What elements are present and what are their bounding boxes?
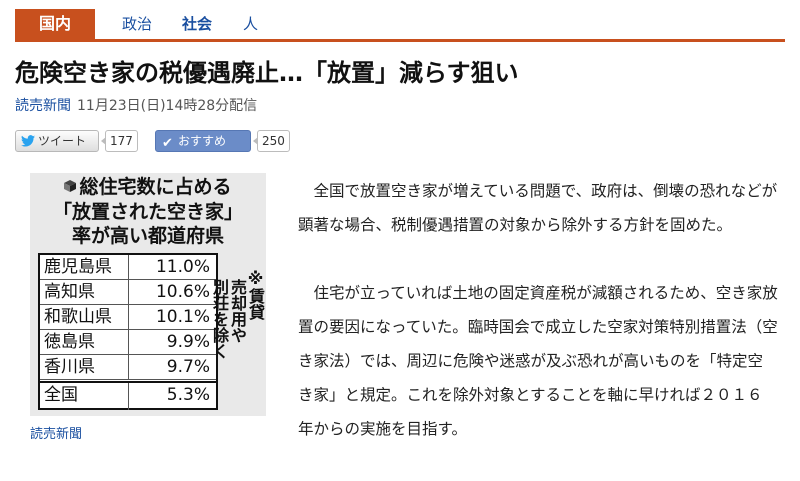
- table-row: 和歌山県 10.1%: [40, 305, 216, 330]
- prefecture-name: 和歌山県: [44, 307, 112, 327]
- note-line: ※賃貸: [246, 269, 265, 320]
- nav-tab-people[interactable]: 人: [243, 9, 258, 39]
- prefecture-rate-table: 鹿児島県 11.0% 高知県 10.6% 和歌山県 10.1% 徳島県 9.9%…: [38, 253, 218, 410]
- category-nav: 国内 政治 社会 人: [15, 9, 785, 42]
- tweet-button[interactable]: ツイート: [15, 130, 99, 152]
- tweet-label: ツイート: [38, 134, 87, 148]
- article-body: 全国で放置空き家が増えている問題で、政府は、倒壊の恐れなどが顕著な場合、税制優遇…: [298, 174, 778, 480]
- article-source-link[interactable]: 読売新聞: [15, 98, 71, 114]
- nav-tab-politics[interactable]: 政治: [122, 9, 152, 39]
- prefecture-name: 高知県: [44, 282, 95, 302]
- article-paragraph: 全国で放置空き家が増えている問題で、政府は、倒壊の恐れなどが顕著な場合、税制優遇…: [298, 182, 778, 234]
- nav-tab-society[interactable]: 社会: [182, 9, 212, 39]
- rate-value: 9.9%: [128, 330, 216, 355]
- figure-title-line-1: 総住宅数に占める: [30, 175, 266, 199]
- table-row: 徳島県 9.9%: [40, 330, 216, 355]
- article-paragraph: 住宅が立っていれば土地の固定資産税が減額されるため、空き家放置の要因になっていた…: [298, 284, 778, 438]
- vacant-house-rate-figure: 総住宅数に占める 「放置された空き家」 率が高い都道府県 鹿児島県 11.0% …: [30, 173, 266, 416]
- note-line: 別荘を除く: [210, 279, 229, 359]
- checkmark-icon: ✔: [162, 136, 173, 151]
- table-row: 鹿児島県 11.0%: [40, 255, 216, 280]
- twitter-bird-icon: [21, 135, 35, 147]
- figure-note: ※賃貸 売却用や 別荘を除く: [210, 269, 265, 409]
- page: 国内 政治 社会 人 危険空き家の税優遇廃止…「放置」減らす狙い 読売新聞 11月…: [0, 0, 800, 481]
- prefecture-name: 鹿児島県: [44, 257, 112, 277]
- figure-title-line-3: 率が高い都道府県: [71, 225, 224, 247]
- recommend-count: 250: [253, 130, 290, 152]
- prefecture-name: 全国: [44, 385, 78, 405]
- rate-value: 11.0%: [128, 255, 216, 280]
- rate-value: 10.1%: [128, 305, 216, 330]
- figure-title-line-2: 「放置された空き家」: [52, 201, 243, 223]
- tweet-count: 177: [101, 130, 138, 152]
- table-row: 高知県 10.6%: [40, 280, 216, 305]
- article-datetime: 11月23日(日)14時28分配信: [77, 98, 258, 114]
- prefecture-name: 徳島県: [44, 332, 95, 352]
- nav-tab-domestic[interactable]: 国内: [15, 9, 95, 39]
- article-headline: 危険空き家の税優遇廃止…「放置」減らす狙い: [15, 59, 519, 87]
- recommend-button[interactable]: ✔ おすすめ: [155, 130, 251, 152]
- table-row-total: 全国 5.3%: [40, 381, 216, 410]
- rate-value: 5.3%: [128, 383, 216, 410]
- note-line: 売却用や: [228, 279, 247, 343]
- rate-value: 9.7%: [128, 355, 216, 380]
- figure-caption-link[interactable]: 読売新聞: [30, 423, 82, 442]
- cube-icon: [64, 180, 77, 192]
- recommend-label: おすすめ: [178, 134, 227, 148]
- prefecture-name: 香川県: [44, 357, 95, 377]
- table-row: 香川県 9.7%: [40, 355, 216, 380]
- article-meta: 読売新聞 11月23日(日)14時28分配信: [15, 97, 257, 115]
- rate-value: 10.6%: [128, 280, 216, 305]
